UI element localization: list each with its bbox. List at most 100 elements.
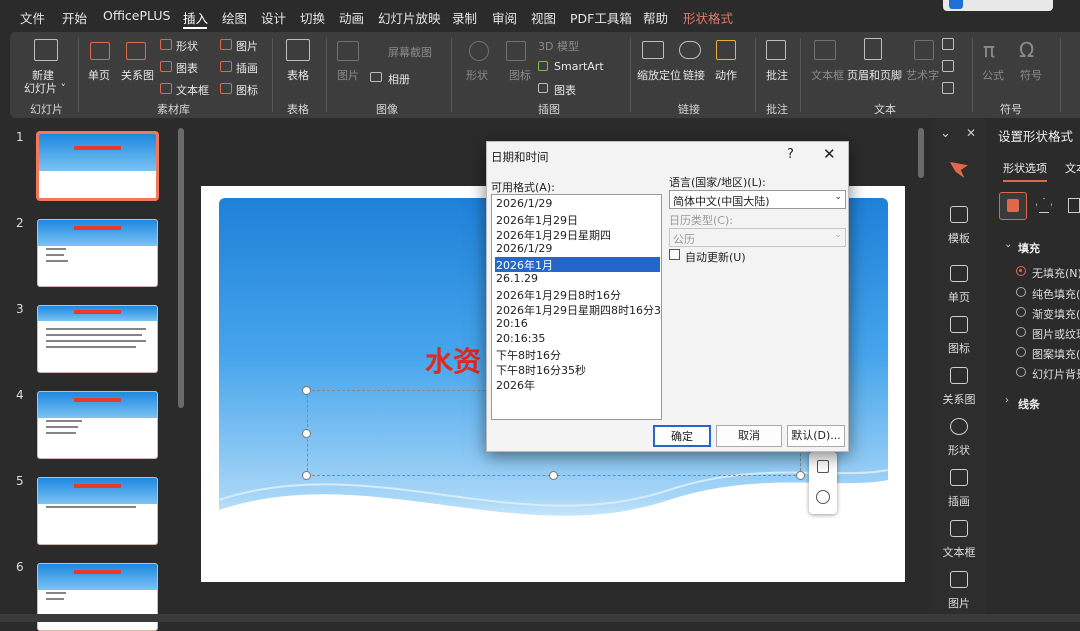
icon-button[interactable]: 图标 xyxy=(236,82,258,98)
slides-scrollbar[interactable] xyxy=(178,128,184,408)
slide-thumbnail[interactable] xyxy=(37,132,158,200)
illus-shape-button[interactable]: 形状 xyxy=(466,67,488,83)
side-relation[interactable]: 关系图 xyxy=(932,391,986,407)
tab-shape-options[interactable]: 形状选项 xyxy=(1003,160,1047,176)
resize-handle[interactable] xyxy=(302,471,311,480)
resize-handle[interactable] xyxy=(549,471,558,480)
zoom-button[interactable]: 缩放定位 xyxy=(637,67,681,83)
radio-no-fill[interactable] xyxy=(1016,266,1026,276)
format-option[interactable]: 2026年1月29日8时16分 xyxy=(495,287,660,302)
textbox-button[interactable]: 文本框 xyxy=(176,82,209,98)
tab-text-options[interactable]: 文本 xyxy=(1065,160,1080,176)
picture-button[interactable]: 图片 xyxy=(236,38,258,54)
format-option[interactable]: 2026/1/29 xyxy=(495,242,660,257)
collapse-icon[interactable]: ⌄ xyxy=(940,126,951,141)
menu-officeplus[interactable]: OfficePLUS xyxy=(103,8,170,23)
side-shape[interactable]: 形状 xyxy=(932,442,986,458)
side-illustration[interactable]: 插画 xyxy=(932,493,986,509)
menu-record[interactable]: 录制 xyxy=(452,8,477,27)
line-header[interactable]: 线条 xyxy=(1018,396,1040,412)
new-slide-label-2[interactable]: 幻灯片 ˅ xyxy=(24,80,66,96)
fill-option[interactable]: 图片或纹理 xyxy=(1032,326,1080,342)
menu-slideshow[interactable]: 幻灯片放映 xyxy=(378,8,441,27)
close-icon[interactable]: ✕ xyxy=(823,145,836,163)
link-button[interactable]: 链接 xyxy=(683,67,705,83)
menu-design[interactable]: 设计 xyxy=(261,8,286,27)
image-picture-button[interactable]: 图片 xyxy=(337,67,359,83)
format-option[interactable]: 2026年1月29日星期四8时16分35秒 xyxy=(495,302,661,317)
fill-header[interactable]: 填充 xyxy=(1018,240,1040,256)
slide-thumbnail[interactable] xyxy=(37,305,158,373)
side-textbox[interactable]: 文本框 xyxy=(932,544,986,560)
fill-line-icon[interactable] xyxy=(999,192,1027,220)
format-option[interactable]: 20:16 xyxy=(495,317,660,332)
ok-button[interactable]: 确定 xyxy=(653,425,711,447)
3d-model-button[interactable]: 3D 模型 xyxy=(538,38,579,54)
action-button[interactable]: 动作 xyxy=(715,67,737,83)
menu-insert[interactable]: 插入 xyxy=(183,8,208,27)
format-option[interactable]: 2026年1月29日星期四 xyxy=(495,227,660,242)
side-template[interactable]: 模板 xyxy=(932,230,986,246)
slide-thumbnail[interactable] xyxy=(37,477,158,545)
account-badge[interactable] xyxy=(943,0,1053,11)
fill-option[interactable]: 纯色填充(S xyxy=(1032,286,1080,302)
chart-button[interactable]: 图表 xyxy=(176,60,198,76)
relation-button[interactable]: 关系图 xyxy=(121,67,154,83)
slide-title[interactable]: 水资 xyxy=(425,340,481,380)
slide-thumbnail[interactable] xyxy=(37,219,158,287)
radio-background-fill[interactable] xyxy=(1016,367,1026,377)
format-option[interactable]: 2026/1/29 xyxy=(495,197,660,212)
language-select[interactable]: 简体中文(中国大陆) ⌄ xyxy=(669,190,846,209)
menu-draw[interactable]: 绘图 xyxy=(222,8,247,27)
menu-animations[interactable]: 动画 xyxy=(339,8,364,27)
smartart-button[interactable]: SmartArt xyxy=(554,60,604,73)
canvas-scrollbar[interactable] xyxy=(918,128,924,178)
auto-update-checkbox[interactable] xyxy=(669,249,680,260)
formats-list[interactable]: 2026/1/29 2026年1月29日 2026年1月29日星期四 2026/… xyxy=(491,194,662,420)
resize-handle[interactable] xyxy=(796,471,805,480)
format-option[interactable]: 下午8时16分 xyxy=(495,347,660,362)
side-single-page[interactable]: 单页 xyxy=(932,289,986,305)
menu-transitions[interactable]: 切换 xyxy=(300,8,325,27)
chevron-down-icon[interactable]: ⌄ xyxy=(1004,239,1012,250)
radio-gradient-fill[interactable] xyxy=(1016,307,1026,317)
fill-option[interactable]: 渐变填充(G xyxy=(1032,306,1080,322)
illus-chart-button[interactable]: 图表 xyxy=(554,82,576,98)
format-option[interactable]: 20:16:35 xyxy=(495,332,660,347)
resize-handle[interactable] xyxy=(302,429,311,438)
radio-solid-fill[interactable] xyxy=(1016,287,1026,297)
illustration-button[interactable]: 插画 xyxy=(236,60,258,76)
formula-button[interactable]: 公式 xyxy=(982,67,1004,83)
single-page-button[interactable]: 单页 xyxy=(88,67,110,83)
slide-thumbnail[interactable] xyxy=(37,391,158,459)
format-option[interactable]: 26.1.29 xyxy=(495,272,660,287)
symbol-button[interactable]: 符号 xyxy=(1020,67,1042,83)
fill-option[interactable]: 无填充(N) xyxy=(1032,265,1080,281)
format-option[interactable]: 下午8时16分35秒 xyxy=(495,362,660,377)
shape-button[interactable]: 形状 xyxy=(176,38,198,54)
help-icon[interactable]: ? xyxy=(787,147,794,162)
header-footer-button[interactable]: 页眉和页脚 xyxy=(847,67,902,83)
menu-review[interactable]: 审阅 xyxy=(492,8,517,27)
format-option[interactable]: 2026年 xyxy=(495,377,660,392)
format-option[interactable]: 2026年1月29日 xyxy=(495,212,660,227)
default-button[interactable]: 默认(D)... xyxy=(787,425,845,447)
size-properties-icon[interactable] xyxy=(1068,198,1080,213)
wordart-button[interactable]: 艺术字 xyxy=(906,67,939,83)
close-pane-icon[interactable]: ✕ xyxy=(966,126,976,140)
cancel-button[interactable]: 取消 xyxy=(716,425,782,447)
album-button[interactable]: 相册 xyxy=(388,71,410,87)
menu-pdf-tools[interactable]: PDF工具箱 xyxy=(570,8,632,27)
format-option-selected[interactable]: 2026年1月 xyxy=(495,257,660,272)
menu-file[interactable]: 文件 xyxy=(20,8,45,27)
text-textbox-button[interactable]: 文本框 xyxy=(811,67,844,83)
comment-button[interactable]: 批注 xyxy=(766,67,788,83)
menu-home[interactable]: 开始 xyxy=(62,8,87,27)
menu-view[interactable]: 视图 xyxy=(531,8,556,27)
radio-pattern-fill[interactable] xyxy=(1016,347,1026,357)
auto-update-label[interactable]: 自动更新(U) xyxy=(685,249,746,265)
resize-handle[interactable] xyxy=(302,386,311,395)
screenshot-button[interactable]: 屏幕截图 xyxy=(388,44,432,60)
illus-icon-button[interactable]: 图标 xyxy=(509,67,531,83)
chevron-right-icon[interactable]: › xyxy=(1005,395,1009,406)
